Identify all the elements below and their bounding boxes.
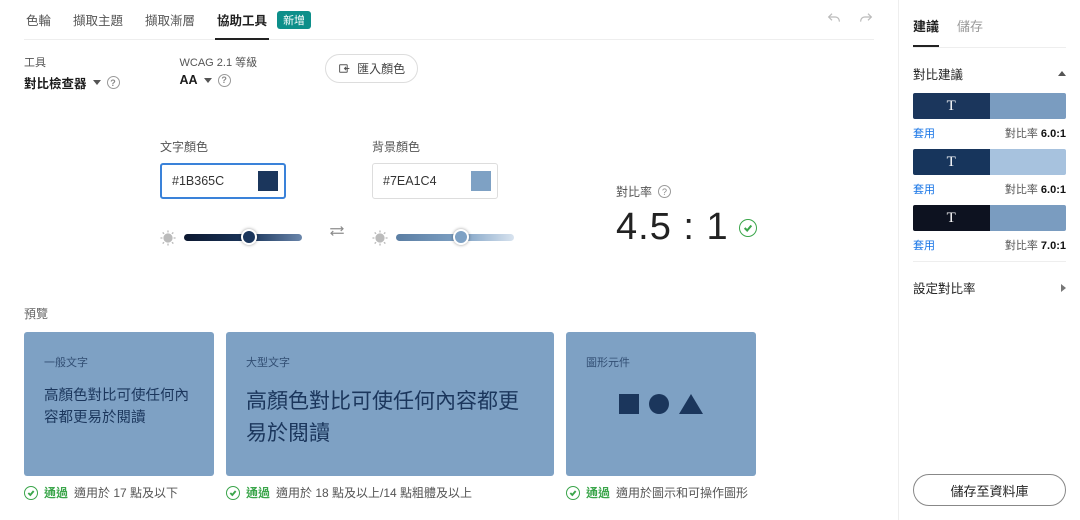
pass-label: 通過	[246, 484, 270, 501]
section-label: 設定對比率	[913, 278, 976, 297]
wcag-label: WCAG 2.1 等級	[180, 54, 258, 70]
bg-color-input[interactable]: #7EA1C4	[372, 163, 498, 199]
triangle-icon	[679, 394, 703, 414]
tool-select[interactable]: 對比檢查器 ?	[24, 73, 120, 92]
card-title: 一般文字	[44, 354, 194, 370]
status-note: 適用於 17 點及以下	[74, 484, 178, 501]
text-color-input[interactable]: #1B365C	[160, 163, 286, 199]
main-tabs: 色輪 擷取主題 擷取漸層 協助工具 新增	[24, 0, 874, 40]
card-body: 高顏色對比可使任何內容都更易於閱讀	[44, 386, 194, 430]
text-color-value: #1B365C	[172, 174, 224, 188]
help-icon[interactable]: ?	[107, 76, 120, 89]
sidebar-tabs: 建議 儲存	[913, 16, 1066, 48]
save-to-library-button[interactable]: 儲存至資料庫	[913, 474, 1066, 506]
subbar: 工具 對比檢查器 ? WCAG 2.1 等級 AA ? 匯入顏色	[24, 40, 874, 98]
card-body: 高顏色對比可使任何內容都更易於閱讀	[246, 386, 534, 449]
pass-icon	[739, 219, 757, 237]
tab-label: 協助工具	[217, 10, 267, 29]
wcag-select[interactable]: AA ?	[180, 73, 258, 87]
suggestion-swatch[interactable]: T	[913, 93, 1066, 119]
bg-color-label: 背景顏色	[372, 138, 514, 155]
tab-extract-theme[interactable]: 擷取主題	[71, 0, 125, 39]
preview-heading: 預覽	[24, 305, 874, 322]
status-note: 適用於圖示和可操作圖形	[616, 484, 748, 501]
tab-wheel[interactable]: 色輪	[24, 0, 53, 39]
square-icon	[619, 394, 639, 414]
text-swatch[interactable]	[258, 171, 278, 191]
card-title: 圖形元件	[586, 354, 630, 370]
brightness-icon: ☀	[160, 225, 176, 249]
bg-swatch[interactable]	[471, 171, 491, 191]
apply-button[interactable]: 套用	[913, 181, 935, 197]
chevron-down-icon	[93, 80, 101, 85]
pass-label: 通過	[586, 484, 610, 501]
bg-lightness-slider[interactable]	[396, 234, 514, 241]
apply-button[interactable]: 套用	[913, 237, 935, 253]
chevron-down-icon	[204, 78, 212, 83]
preview-large-text: 大型文字 高顏色對比可使任何內容都更易於閱讀	[226, 332, 554, 476]
help-icon[interactable]: ?	[658, 185, 671, 198]
apply-button[interactable]: 套用	[913, 125, 935, 141]
wcag-value: AA	[180, 73, 198, 87]
tool-value: 對比檢查器	[24, 73, 87, 92]
pass-icon	[566, 486, 580, 500]
text-color-label: 文字顏色	[160, 138, 302, 155]
circle-icon	[649, 394, 669, 414]
workspace: 文字顏色 #1B365C ☀ 背景顏色 #7EA1C4	[160, 138, 874, 501]
pass-icon	[24, 486, 38, 500]
preview-graphic: 圖形元件	[566, 332, 756, 476]
brightness-icon: ☀	[372, 225, 388, 249]
help-icon[interactable]: ?	[218, 74, 231, 87]
pass-label: 通過	[44, 484, 68, 501]
status-note: 適用於 18 點及以上/14 點粗體及以上	[276, 484, 472, 501]
status-normal: 通過 適用於 17 點及以下	[24, 484, 214, 501]
suggestion-swatch[interactable]: T	[913, 149, 1066, 175]
set-ratio-button[interactable]: 設定對比率	[913, 261, 1066, 313]
section-label: 對比建議	[913, 64, 963, 83]
suggestion-ratio: 對比率 6.0:1	[1005, 125, 1066, 141]
swap-button[interactable]	[324, 213, 350, 249]
card-title: 大型文字	[246, 354, 534, 370]
bg-color-value: #7EA1C4	[383, 174, 437, 188]
import-colors-button[interactable]: 匯入顏色	[325, 54, 418, 83]
sidebar: 建議 儲存 對比建議 T 套用 對比率 6.0:1 T 套用 對比率 6.0:1…	[898, 0, 1080, 520]
redo-icon[interactable]	[858, 11, 874, 30]
undo-icon[interactable]	[826, 11, 842, 30]
preview-normal-text: 一般文字 高顏色對比可使任何內容都更易於閱讀	[24, 332, 214, 476]
ratio-value: 4.5 : 1	[616, 206, 757, 249]
suggestion-swatch[interactable]: T	[913, 205, 1066, 231]
import-icon	[338, 62, 351, 75]
suggestion-ratio: 對比率 7.0:1	[1005, 237, 1066, 253]
status-graphic: 通過 適用於圖示和可操作圖形	[566, 484, 756, 501]
chevron-down-icon	[1058, 71, 1066, 76]
text-lightness-slider[interactable]	[184, 234, 302, 241]
pass-icon	[226, 486, 240, 500]
sidebar-tab-suggestions[interactable]: 建議	[913, 16, 939, 47]
tool-label: 工具	[24, 54, 120, 70]
status-large: 通過 適用於 18 點及以上/14 點粗體及以上	[226, 484, 554, 501]
contrast-suggestions-toggle[interactable]: 對比建議	[913, 48, 1066, 93]
chevron-right-icon	[1061, 284, 1066, 292]
ratio-label: 對比率?	[616, 183, 757, 200]
import-label: 匯入顏色	[357, 60, 405, 77]
tab-accessibility[interactable]: 協助工具	[215, 1, 269, 40]
tab-extract-gradient[interactable]: 擷取漸層	[143, 0, 197, 39]
suggestion-ratio: 對比率 6.0:1	[1005, 181, 1066, 197]
new-chip: 新增	[277, 11, 311, 29]
sidebar-tab-saved[interactable]: 儲存	[957, 16, 983, 45]
